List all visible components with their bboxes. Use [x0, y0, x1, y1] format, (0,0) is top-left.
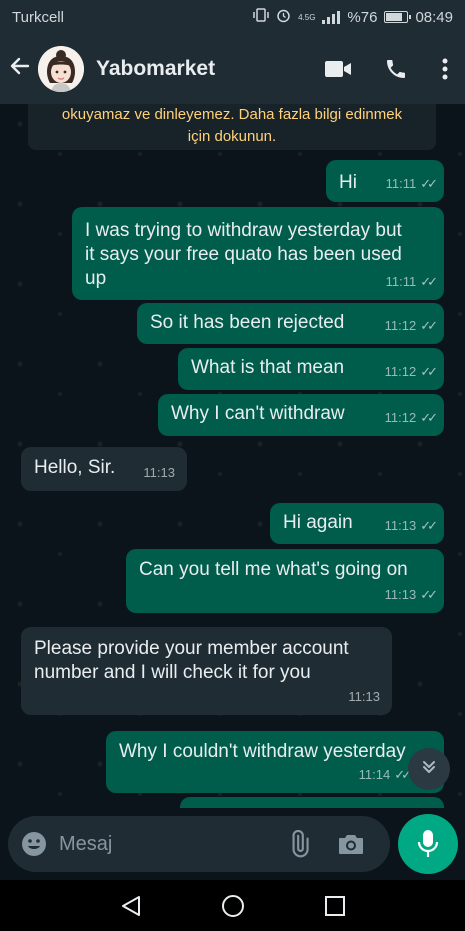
- composer-bar: [0, 808, 465, 880]
- status-time: 08:49: [415, 8, 453, 26]
- more-vert-icon[interactable]: [425, 58, 465, 80]
- encryption-notice[interactable]: okuyamaz ve dinleyemez. Daha fazla bilgi…: [28, 104, 436, 150]
- video-call-icon[interactable]: [309, 59, 367, 79]
- message-time: 11:11: [385, 274, 417, 289]
- network-type-label: 4.5G: [298, 12, 316, 22]
- double-check-icon: ✓✓: [420, 176, 438, 191]
- carrier-label: Turkcell: [12, 8, 64, 26]
- message-time: 11:11: [385, 176, 417, 191]
- nav-recents-icon[interactable]: [324, 895, 346, 917]
- message-meta: 11:12 ✓✓: [384, 314, 438, 338]
- message-bubble[interactable]: What is that mean 11:12 ✓✓: [178, 348, 444, 390]
- back-arrow-icon[interactable]: [8, 54, 36, 85]
- alarm-icon: [276, 8, 291, 27]
- encryption-notice-line2: için dokunun.: [187, 128, 277, 145]
- message-meta: 11:13: [143, 461, 175, 485]
- message-bubble[interactable]: Why I couldn't withdraw yesterday 11:14 ✓…: [106, 731, 444, 793]
- message-bubble[interactable]: I was trying to withdraw yesterday but i…: [72, 207, 444, 300]
- message-time: 11:13: [348, 689, 380, 704]
- attach-icon[interactable]: [285, 830, 313, 858]
- message-bubble[interactable]: Can you tell me what's going on 11:13 ✓✓: [126, 549, 444, 613]
- nav-back-icon[interactable]: [120, 894, 142, 918]
- double-check-icon: ✓✓: [394, 767, 412, 782]
- message-bubble[interactable]: Why I can't withdraw 11:12 ✓✓: [158, 394, 444, 436]
- message-time: 11:12: [384, 318, 417, 333]
- system-nav-bar: [0, 880, 465, 931]
- message-input[interactable]: [59, 832, 269, 856]
- message-text: Why I couldn't withdraw yesterday: [119, 741, 406, 762]
- status-bar: Turkcell 4.5G %76 08:49: [0, 0, 465, 34]
- signal-icon: [322, 10, 341, 24]
- message-field[interactable]: [8, 816, 390, 872]
- chat-area[interactable]: okuyamaz ve dinleyemez. Daha fazla bilgi…: [0, 104, 465, 808]
- nav-home-icon[interactable]: [221, 894, 245, 918]
- double-check-icon: ✓✓: [420, 410, 438, 425]
- message-meta: 11:12 ✓✓: [384, 406, 438, 430]
- message-text: Please provide your member account numbe…: [34, 638, 349, 683]
- message-meta: 11:13 ✓✓: [384, 583, 438, 607]
- message-bubble[interactable]: Hello, Sir. 11:13: [21, 447, 187, 491]
- battery-level: [386, 13, 402, 21]
- message-time: 11:13: [143, 465, 175, 480]
- message-bubble[interactable]: Hi 11:11 ✓✓: [326, 160, 444, 202]
- chat-header: Yabomarket: [0, 34, 465, 104]
- emoji-icon[interactable]: [21, 831, 47, 857]
- message-time: 11:13: [384, 587, 417, 602]
- phone-icon[interactable]: [367, 57, 425, 81]
- message-text: I was trying to withdraw yesterday but i…: [85, 220, 402, 289]
- mic-button[interactable]: [398, 814, 458, 874]
- message-meta: 11:13 ✓✓: [384, 514, 438, 538]
- double-check-icon: ✓✓: [420, 518, 438, 533]
- message-time: 11:12: [384, 410, 417, 425]
- double-check-icon: ✓✓: [420, 364, 438, 379]
- double-check-icon: ✓✓: [420, 318, 438, 333]
- message-time: 11:12: [384, 364, 417, 379]
- message-meta: 11:11 ✓✓: [385, 172, 438, 196]
- avatar[interactable]: [38, 46, 84, 92]
- message-bubble[interactable]: So it has been rejected 11:12 ✓✓: [137, 303, 444, 344]
- message-bubble[interactable]: Hi again 11:13 ✓✓: [270, 503, 444, 544]
- double-check-icon: ✓✓: [420, 587, 438, 602]
- message-time: 11:13: [384, 518, 417, 533]
- contact-name[interactable]: Yabomarket: [96, 57, 309, 81]
- battery-percent-label: %76: [347, 8, 378, 26]
- scroll-to-bottom-button[interactable]: [408, 748, 450, 790]
- double-check-icon: ✓✓: [420, 274, 438, 289]
- message-bubble-partial[interactable]: [180, 797, 444, 808]
- chevron-down-icon: [420, 758, 438, 781]
- battery-icon: [384, 11, 412, 23]
- message-meta: 11:14 ✓✓: [358, 763, 412, 787]
- message-meta: 11:11 ✓✓: [385, 270, 438, 294]
- message-time: 11:14: [358, 767, 391, 782]
- mic-icon: [417, 829, 439, 859]
- message-meta: 11:13: [348, 685, 380, 709]
- vibrate-icon: [253, 8, 269, 26]
- camera-icon[interactable]: [337, 832, 365, 856]
- message-bubble[interactable]: Please provide your member account numbe…: [21, 627, 392, 715]
- status-icons: 4.5G %76 08:49: [253, 8, 453, 27]
- message-meta: 11:12 ✓✓: [384, 360, 438, 384]
- message-text: Can you tell me what's going on: [139, 559, 408, 580]
- encryption-notice-line1: okuyamaz ve dinleyemez. Daha fazla bilgi…: [61, 106, 403, 123]
